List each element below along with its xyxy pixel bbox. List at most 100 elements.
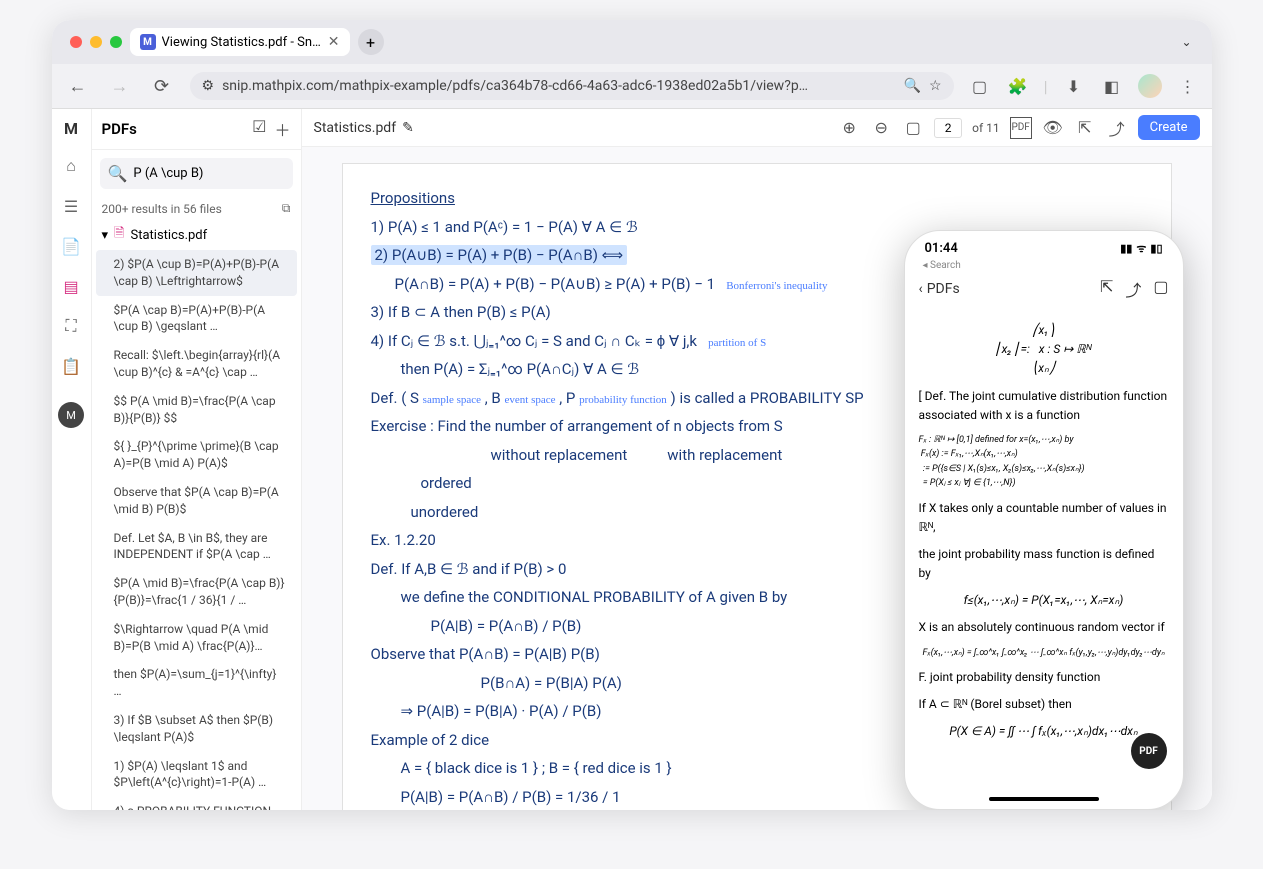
extension-icon[interactable]: ▢ <box>968 74 992 98</box>
phone-fab-button[interactable]: PDF <box>1131 733 1167 769</box>
pdf-format-icon[interactable]: PDF <box>1010 117 1032 139</box>
search-result[interactable]: Recall: $\left.\begin{array}{rl}(A \cup … <box>96 341 297 387</box>
phone-equation: Fₓ : ℝᴺ ↦ [0,1] defined for x=(x₁,⋯,xₙ) … <box>919 433 1169 491</box>
file-header[interactable]: ▾ 🗎 Statistics.pdf <box>92 220 301 250</box>
phone-statusbar: 01:44 ▮▮ ᯤ ▮▯ <box>905 231 1183 260</box>
phone-overlay: 01:44 ▮▮ ᯤ ▮▯ ◂ Search ‹ PDFs ⇱ ⤴ ▢ ⎛x₁⎞… <box>904 230 1184 810</box>
chevron-down-icon[interactable]: ⌄ <box>1173 31 1199 53</box>
external-icon[interactable]: ⇱ <box>1074 117 1096 139</box>
browser-toolbar: ← → ⟳ ⚙ snip.mathpix.com/mathpix-example… <box>52 64 1212 109</box>
sidebar-title: PDFs <box>102 120 137 138</box>
edit-title-icon[interactable]: ✎ <box>402 120 414 136</box>
close-window-button[interactable] <box>70 36 82 48</box>
phone-status-icons: ▮▮ ᯤ ▮▯ <box>1120 241 1162 256</box>
phone-text: If X takes only a countable number of va… <box>919 499 1169 537</box>
site-settings-icon[interactable]: ⚙ <box>202 78 215 94</box>
profile-avatar[interactable] <box>1138 74 1162 98</box>
reload-button[interactable]: ⟳ <box>148 72 176 100</box>
document-title: Statistics.pdf ✎ <box>314 120 414 136</box>
page-nav-icon[interactable]: ▢ <box>902 117 924 139</box>
browser-tab[interactable]: M Viewing Statistics.pdf - Snip ✕ <box>130 28 350 56</box>
sidepanel-icon[interactable]: ◧ <box>1100 74 1124 98</box>
download-icon[interactable]: ⬇ <box>1062 74 1086 98</box>
browser-window: M Viewing Statistics.pdf - Snip ✕ + ⌄ ← … <box>52 20 1212 810</box>
search-result[interactable]: 4) a PROBABILITY FUNCTION $P=\mathbb{P}$… <box>96 797 297 810</box>
home-icon[interactable]: ⌂ <box>59 154 83 178</box>
phone-equation: f≤(x₁,⋯,xₙ) = P(X₁=x₁,⋯, Xₙ=xₙ) <box>919 591 1169 610</box>
new-tab-button[interactable]: + <box>358 29 384 55</box>
window-controls <box>64 36 122 48</box>
create-button[interactable]: Create <box>1138 115 1200 140</box>
favicon-icon: M <box>140 34 156 50</box>
maximize-window-button[interactable] <box>110 36 122 48</box>
page-heading: Propositions <box>371 184 1143 213</box>
puzzle-icon[interactable]: 🧩 <box>1006 74 1030 98</box>
minimize-window-button[interactable] <box>90 36 102 48</box>
phone-search-label: ◂ Search <box>905 260 1183 271</box>
add-icon[interactable]: ＋ <box>274 117 290 141</box>
tab-title: Viewing Statistics.pdf - Snip <box>162 35 322 50</box>
battery-icon: ▮▯ <box>1150 242 1162 255</box>
menu-icon[interactable]: ⋮ <box>1176 74 1200 98</box>
pdf-file-icon: 🗎 <box>114 224 124 246</box>
bookmark-icon[interactable]: ☆ <box>929 78 942 94</box>
forward-button[interactable]: → <box>106 72 134 100</box>
upload-icon[interactable]: ⤴ <box>1106 117 1128 139</box>
sidebar: PDFs ☑ ＋ 🔍 ✕ 200+ results in 56 files ⧉ … <box>92 109 302 810</box>
sidebar-header: PDFs ☑ ＋ <box>92 109 301 150</box>
close-tab-icon[interactable]: ✕ <box>328 34 340 50</box>
search-result[interactable]: Def. Let $A, B \in B$, they are INDEPEND… <box>96 524 297 570</box>
signal-icon: ▮▮ <box>1120 242 1132 255</box>
phone-page-icon[interactable]: ▢ <box>1153 277 1168 301</box>
search-input[interactable] <box>133 166 299 181</box>
zoom-in-icon[interactable]: ⊕ <box>838 117 860 139</box>
search-result[interactable]: 1) $P(A) \leqslant 1$ and $P\left(A^{c}\… <box>96 752 297 798</box>
phone-home-indicator[interactable] <box>989 797 1099 801</box>
scan-icon[interactable]: ⛶ <box>59 314 83 338</box>
search-result[interactable]: ${ }_{P}^{\prime \prime}(B \cap A)=P(B \… <box>96 432 297 478</box>
logo-icon: M <box>64 119 78 138</box>
zoom-out-icon[interactable]: ⊖ <box>870 117 892 139</box>
search-result[interactable]: $P(A \cap B)=P(A)+P(B)-P(A \cup B) \geqs… <box>96 296 297 342</box>
search-result[interactable]: 3) If $B \subset A$ then $P(B) \leqslant… <box>96 706 297 752</box>
phone-back-button[interactable]: ‹ PDFs <box>919 281 960 297</box>
search-result[interactable]: $P(A \mid B)=\frac{P(A \cap B)}{P(B)}=\f… <box>96 569 297 615</box>
copy-icon[interactable]: ⧉ <box>282 201 291 216</box>
phone-external-icon[interactable]: ⇱ <box>1100 277 1113 301</box>
results-list[interactable]: 2) $P(A \cup B)=P(A)+P(B)-P(A \cap B) \L… <box>92 250 301 810</box>
document-icon[interactable]: 📄 <box>59 234 83 258</box>
phone-nav: ‹ PDFs ⇱ ⤴ ▢ <box>905 271 1183 307</box>
results-summary: 200+ results in 56 files <box>102 202 222 216</box>
pdf-icon[interactable]: ▤ <box>59 274 83 298</box>
zoom-icon[interactable]: 🔍 <box>904 78 921 94</box>
tree-icon[interactable]: ☰ <box>59 194 83 218</box>
phone-text: [ Def. The joint cumulative distribution… <box>919 387 1169 425</box>
clipboard-icon[interactable]: 📋 <box>59 354 83 378</box>
document-toolbar: Statistics.pdf ✎ ⊕ ⊖ ▢ of 11 PDF 👁 ⇱ ⤴ C… <box>302 109 1212 147</box>
phone-text: the joint probability mass function is d… <box>919 545 1169 583</box>
phone-equation: P(X ∈ A) = ∫∫ ⋯ ∫ fₓ(x₁,⋯,xₙ)dx₁⋯dxₙ <box>919 722 1169 741</box>
search-result[interactable]: Observe that $P(A \cap B)=P(A \mid B) P(… <box>96 478 297 524</box>
results-summary-bar: 200+ results in 56 files ⧉ <box>92 197 301 220</box>
search-result[interactable]: $$ P(A \mid B)=\frac{P(A \cap B)}{P(B)} … <box>96 387 297 433</box>
select-icon[interactable]: ☑ <box>252 117 266 141</box>
titlebar: M Viewing Statistics.pdf - Snip ✕ + ⌄ <box>52 20 1212 64</box>
back-button[interactable]: ← <box>64 72 92 100</box>
url-text: snip.mathpix.com/mathpix-example/pdfs/ca… <box>222 78 896 94</box>
search-result[interactable]: $\Rightarrow \quad P(A \mid B)=P(B \mid … <box>96 615 297 661</box>
phone-content[interactable]: ⎛x₁⎞ ⎜x₂⎟ =: x : S ↦ ℝᴺ ⎝xₙ⎠ [ Def. The … <box>905 307 1183 789</box>
search-result[interactable]: then $P(A)=\sum_{j=1}^{\infty} … <box>96 660 297 706</box>
divider: | <box>1044 77 1048 96</box>
wifi-icon: ᯤ <box>1136 241 1146 256</box>
page-input[interactable] <box>934 118 962 138</box>
phone-equation: Fₓ(x₁,⋯,xₙ) = ∫₋∞^x₁ ∫₋∞^x₂ ⋯ ∫₋∞^xₙ fₓ(… <box>919 646 1169 660</box>
phone-text: X is an absolutely continuous random vec… <box>919 618 1169 637</box>
user-avatar[interactable]: M <box>58 402 84 428</box>
view-icon[interactable]: 👁 <box>1042 117 1064 139</box>
phone-equation: ⎛x₁⎞ ⎜x₂⎟ =: x : S ↦ ℝᴺ ⎝xₙ⎠ <box>919 321 1169 379</box>
search-result[interactable]: 2) $P(A \cup B)=P(A)+P(B)-P(A \cap B) \L… <box>96 250 297 296</box>
phone-share-icon[interactable]: ⤴ <box>1125 277 1141 301</box>
url-bar[interactable]: ⚙ snip.mathpix.com/mathpix-example/pdfs/… <box>190 72 954 100</box>
search-icon: 🔍 <box>108 164 128 183</box>
search-box[interactable]: 🔍 ✕ <box>100 158 293 189</box>
